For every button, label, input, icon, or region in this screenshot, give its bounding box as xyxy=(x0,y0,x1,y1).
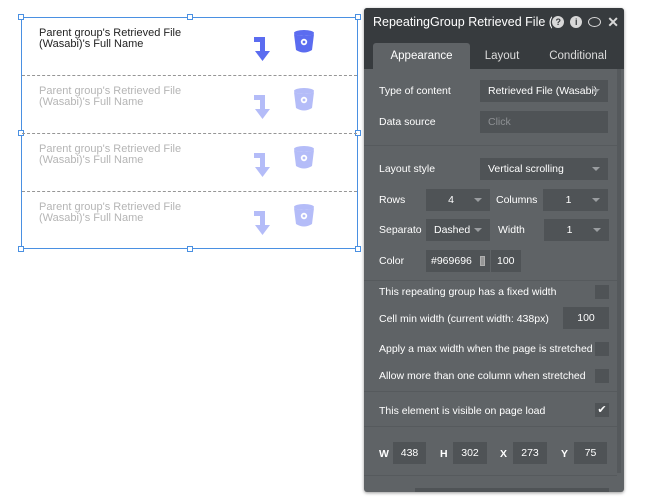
type-of-content-dropdown[interactable]: Retrieved File (Wasabi) xyxy=(480,80,608,102)
rg-cell[interactable]: Parent group's Retrieved File (Wasabi)'s… xyxy=(22,192,357,250)
cell-min-width-input[interactable]: 100 xyxy=(563,307,609,329)
columns-label: Columns xyxy=(496,194,538,206)
section-divider xyxy=(364,145,617,146)
section-divider xyxy=(364,426,617,427)
bucket-icon[interactable] xyxy=(292,29,316,55)
cell-full-name-text: Parent group's Retrieved File (Wasabi)'s… xyxy=(39,202,181,224)
arrow-turn-down-icon xyxy=(254,95,270,119)
visible-on-load-checkbox[interactable]: ✔ xyxy=(595,403,609,417)
color-hex-value: #969696 xyxy=(431,255,472,267)
section-divider xyxy=(364,280,617,281)
multi-column-checkbox[interactable] xyxy=(595,369,609,383)
bucket-icon xyxy=(294,204,314,227)
tab-conditional[interactable]: Conditional xyxy=(534,43,622,69)
rg-cell[interactable]: Parent group's Retrieved File (Wasabi)'s… xyxy=(22,134,357,192)
columns-value: 1 xyxy=(565,194,572,206)
layout-style-label: Layout style xyxy=(379,163,436,175)
panel-scrollbar[interactable] xyxy=(617,69,621,473)
data-source-label: Data source xyxy=(379,116,436,128)
info-icon[interactable]: i xyxy=(570,16,583,28)
bottom-control[interactable] xyxy=(415,488,609,492)
chevron-down-icon xyxy=(593,228,601,232)
width-label: Width xyxy=(498,224,525,236)
fixed-width-label: This repeating group has a fixed width xyxy=(379,286,557,298)
checkmark-icon: ✔ xyxy=(597,404,607,416)
section-divider xyxy=(364,475,617,476)
tab-appearance[interactable]: Appearance xyxy=(373,43,470,69)
arrow-turn-down-icon xyxy=(254,211,270,235)
max-width-checkbox[interactable] xyxy=(595,342,609,356)
y-input[interactable]: 75 xyxy=(574,442,607,464)
layout-style-value: Vertical scrolling xyxy=(488,163,564,175)
cell-full-name-text: Parent group's Retrieved File (Wasabi)'s… xyxy=(39,144,181,166)
property-editor-panel: RepeatingGroup Retrieved File (W ? i ✕ A… xyxy=(364,8,624,492)
color-opacity-value: 100 xyxy=(497,255,515,267)
color-label: Color xyxy=(379,255,405,267)
chevron-down-icon xyxy=(592,198,600,202)
chevron-down-icon xyxy=(592,89,600,93)
chevron-down-icon xyxy=(474,198,482,202)
cell-full-name-text: Parent group's Retrieved File (Wasabi)'s… xyxy=(39,28,181,50)
w-label: W xyxy=(379,448,389,460)
height-value: 302 xyxy=(461,447,479,459)
rows-label: Rows xyxy=(379,194,406,206)
section-divider xyxy=(364,391,617,392)
separator-label: Separato xyxy=(379,224,422,236)
cell-text-line: (Wasabi)'s Full Name xyxy=(39,96,144,108)
bucket-icon xyxy=(294,146,314,169)
x-value: 273 xyxy=(521,447,539,459)
panel-title: RepeatingGroup Retrieved File (W xyxy=(373,15,553,29)
tab-layout[interactable]: Layout xyxy=(470,43,534,69)
x-input[interactable]: 273 xyxy=(513,442,547,464)
data-source-placeholder: Click xyxy=(488,116,511,128)
cell-min-width-value: 100 xyxy=(577,312,595,324)
chevron-down-icon xyxy=(592,167,600,171)
rows-dropdown[interactable]: 4 xyxy=(426,189,490,211)
chevron-down-icon xyxy=(474,228,482,232)
rows-value: 4 xyxy=(448,194,454,206)
columns-dropdown[interactable]: 1 xyxy=(543,189,608,211)
width-value: 438 xyxy=(400,447,419,459)
color-swatch[interactable] xyxy=(479,256,485,266)
rg-cell[interactable]: Parent group's Retrieved File (Wasabi)'s… xyxy=(22,18,357,76)
multi-column-label: Allow more than one column when stretche… xyxy=(379,370,586,382)
cell-text-line: (Wasabi)'s Full Name xyxy=(39,154,144,166)
arrow-turn-down-icon xyxy=(254,153,270,177)
close-icon[interactable]: ✕ xyxy=(607,15,619,29)
repeating-group[interactable]: Parent group's Retrieved File (Wasabi)'s… xyxy=(18,14,361,252)
data-source-input[interactable]: Click xyxy=(480,111,608,133)
separator-dropdown[interactable]: Dashed xyxy=(426,219,490,241)
fixed-width-checkbox[interactable] xyxy=(595,285,609,299)
cell-min-width-label: Cell min width (current width: 438px) xyxy=(379,313,549,325)
bucket-icon xyxy=(294,88,314,111)
separator-width-dropdown[interactable]: 1 xyxy=(544,219,609,241)
panel-header[interactable]: RepeatingGroup Retrieved File (W ? i ✕ xyxy=(364,8,624,36)
y-value: 75 xyxy=(584,447,597,459)
help-icon[interactable]: ? xyxy=(552,16,565,28)
color-picker-input[interactable]: #969696 xyxy=(426,250,490,272)
cell-full-name-text: Parent group's Retrieved File (Wasabi)'s… xyxy=(39,86,181,108)
cell-text-line: (Wasabi)'s Full Name xyxy=(39,38,144,50)
height-input[interactable]: 302 xyxy=(453,442,487,464)
type-of-content-value: Retrieved File (Wasabi) xyxy=(488,85,598,97)
cell-text-line: (Wasabi)'s Full Name xyxy=(39,212,144,224)
layout-style-dropdown[interactable]: Vertical scrolling xyxy=(480,158,608,180)
max-width-label: Apply a max width when the page is stret… xyxy=(379,343,593,355)
comment-icon[interactable] xyxy=(588,17,602,27)
y-label: Y xyxy=(561,448,569,460)
separator-value: Dashed xyxy=(434,224,471,236)
rg-cell[interactable]: Parent group's Retrieved File (Wasabi)'s… xyxy=(22,76,357,134)
arrow-turn-down-icon[interactable] xyxy=(252,33,272,63)
tab-bar: Appearance Layout Conditional xyxy=(364,36,624,69)
visible-on-load-label: This element is visible on page load xyxy=(379,405,546,417)
h-label: H xyxy=(440,448,448,460)
x-label: X xyxy=(500,448,508,460)
type-of-content-label: Type of content xyxy=(379,85,451,97)
separator-width-value: 1 xyxy=(566,224,573,236)
color-opacity-input[interactable]: 100 xyxy=(491,250,521,272)
width-input[interactable]: 438 xyxy=(393,442,426,464)
